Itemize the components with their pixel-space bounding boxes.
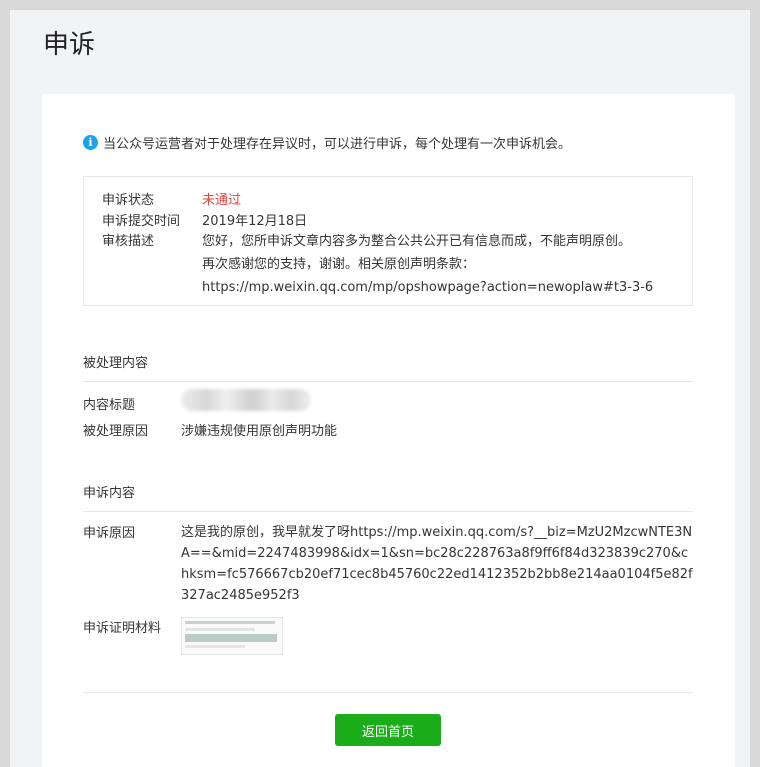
status-value: 未通过 [202,193,242,208]
appeal-section-title: 申诉内容 [83,482,693,512]
appeal-reason-value: 这是我的原创，我早就发了呀https://mp.weixin.qq.com/s?… [181,525,693,603]
status-label: 申诉状态 [102,193,155,208]
status-row: 申诉状态 未通过 [102,189,241,208]
submit-time-value: 2019年12月18日 [202,214,308,229]
appeal-reason-row: 申诉原因 这是我的原创，我早就发了呀https://mp.weixin.qq.c… [83,522,695,606]
submit-time-label: 申诉提交时间 [102,214,181,229]
appeal-reason-label: 申诉原因 [83,526,136,541]
notice: i 当公众号运营者对于处理存在异议时，可以进行申诉，每个处理有一次申诉机会。 [83,133,571,152]
page-title: 申诉 [43,30,96,60]
evidence-row: 申诉证明材料 [83,617,283,655]
review-desc-line: 您好，您所申诉文章内容多为整合公共公开已有信息而成，不能声明原创。 [202,234,632,249]
back-home-button[interactable]: 返回首页 [335,714,441,746]
page-frame: 申诉 i 当公众号运营者对于处理存在异议时，可以进行申诉，每个处理有一次申诉机会… [10,10,750,767]
review-desc-link: https://mp.weixin.qq.com/mp/opshowpage?a… [202,280,654,295]
review-desc-row: 审核描述 您好，您所申诉文章内容多为整合公共公开已有信息而成，不能声明原创。 再… [102,230,653,299]
content-title-row: 内容标题 [83,389,311,413]
evidence-label: 申诉证明材料 [83,621,162,636]
evidence-thumbnail[interactable] [181,617,283,655]
blurred-content-title [181,389,311,411]
notice-text: 当公众号运营者对于处理存在异议时，可以进行申诉，每个处理有一次申诉机会。 [103,137,572,152]
submit-time-row: 申诉提交时间 2019年12月18日 [102,210,307,229]
bottom-divider [83,692,693,693]
status-box: 申诉状态 未通过 申诉提交时间 2019年12月18日 审核描述 您好，您所申诉文章… [83,176,693,306]
processed-reason-row: 被处理原因 涉嫌违规使用原创声明功能 [83,420,337,439]
review-desc-line: 再次感谢您的支持，谢谢。相关原创声明条款： [202,257,476,272]
processed-reason-value: 涉嫌违规使用原创声明功能 [181,424,338,439]
review-desc-value: 您好，您所申诉文章内容多为整合公共公开已有信息而成，不能声明原创。 再次感谢您的… [202,230,653,299]
appeal-card: i 当公众号运营者对于处理存在异议时，可以进行申诉，每个处理有一次申诉机会。 申… [42,94,735,767]
processed-reason-label: 被处理原因 [83,424,149,439]
content-title-label: 内容标题 [83,398,136,413]
processed-section-title: 被处理内容 [83,352,693,382]
info-icon: i [83,135,98,150]
review-desc-label: 审核描述 [102,234,155,249]
